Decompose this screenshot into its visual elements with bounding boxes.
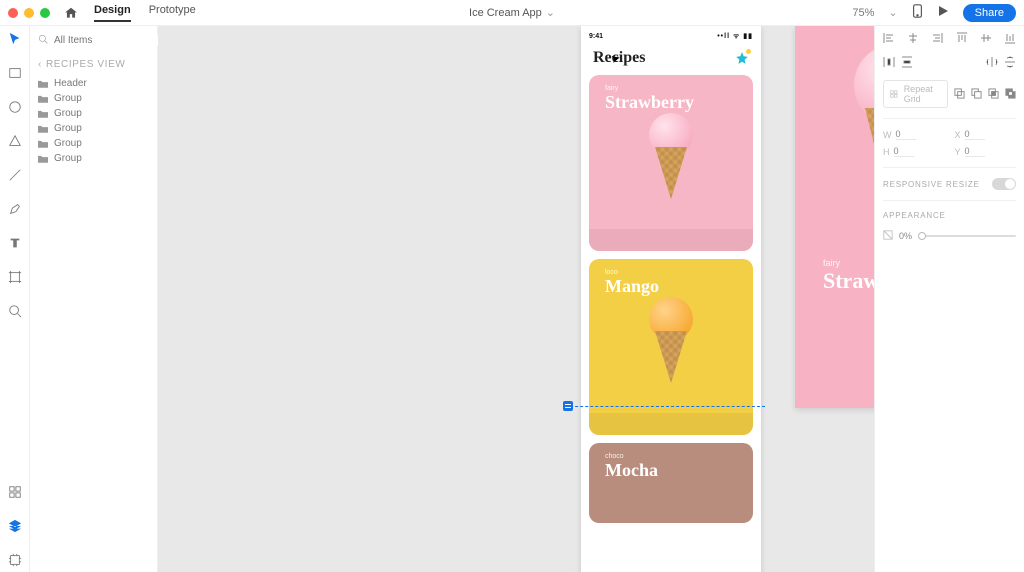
layer-label: Header (54, 78, 87, 89)
x-label: X (955, 130, 961, 140)
flip-h-icon[interactable] (986, 56, 998, 70)
pen-tool-icon[interactable] (8, 202, 22, 221)
select-tool-icon[interactable] (8, 32, 22, 51)
ice-cream-cone-icon (650, 117, 692, 199)
recipe-card[interactable]: loco Mango (589, 259, 753, 435)
ellipse-tool-icon[interactable] (8, 100, 22, 119)
zoom-tool-icon[interactable] (8, 304, 22, 323)
layer-row[interactable]: Group (38, 136, 149, 151)
layer-label: Group (54, 153, 82, 164)
bool-intersect-icon[interactable] (988, 88, 999, 101)
flip-v-icon[interactable] (1004, 56, 1016, 70)
recipe-card[interactable]: choco Mocha (589, 443, 753, 523)
layer-label: Group (54, 93, 82, 104)
device-preview-icon[interactable] (912, 4, 923, 21)
layer-label: Group (54, 108, 82, 119)
play-icon[interactable] (937, 5, 949, 20)
width-field[interactable]: W0 (883, 129, 945, 140)
card-tag: choco (605, 453, 624, 460)
chevron-left-icon: ‹ (38, 59, 42, 70)
share-button[interactable]: Share (963, 4, 1016, 22)
layer-label: Group (54, 123, 82, 134)
traffic-close[interactable] (8, 8, 18, 18)
x-field[interactable]: X0 (955, 129, 1017, 140)
opacity-slider[interactable] (918, 235, 1016, 237)
line-tool-icon[interactable] (8, 168, 22, 187)
y-field[interactable]: Y0 (955, 146, 1017, 157)
align-top-icon[interactable] (956, 32, 968, 46)
zoom-chevron-icon[interactable]: ⌄ (888, 6, 897, 19)
artboard-tool-icon[interactable] (8, 270, 22, 289)
canvas[interactable]: 9:41 ••ll ᯤ ▮▮ ➤ Recipes fairy Strawberr… (158, 26, 874, 572)
drag-handle-icon[interactable] (563, 401, 573, 411)
status-time: 9:41 (589, 33, 603, 40)
assets-icon[interactable] (8, 485, 22, 504)
text-tool-icon[interactable] (8, 236, 22, 255)
traffic-zoom[interactable] (40, 8, 50, 18)
distribute-v-icon[interactable] (901, 56, 913, 70)
height-field[interactable]: H0 (883, 146, 945, 157)
align-hcenter-icon[interactable] (907, 32, 919, 46)
repeat-grid-button[interactable]: Repeat Grid (883, 80, 948, 108)
align-vcenter-icon[interactable] (980, 32, 992, 46)
opacity-value[interactable]: 0% (899, 231, 912, 241)
layer-row[interactable]: Group (38, 151, 149, 166)
ice-cream-cone-icon (859, 52, 874, 232)
recipe-card[interactable]: fairy Strawberry (589, 75, 753, 251)
traffic-min[interactable] (24, 8, 34, 18)
layers-section-head[interactable]: ‹ RECIPES VIEW (38, 59, 149, 70)
distribute-h-icon[interactable] (883, 56, 895, 70)
search-icon (38, 34, 48, 47)
layer-label: Group (54, 138, 82, 149)
w-value: 0 (896, 129, 916, 140)
doc-title-text: Ice Cream App (469, 7, 542, 19)
bool-subtract-icon[interactable] (971, 88, 982, 101)
artboard-detail[interactable]: fairy Strawberry (795, 26, 874, 408)
h-value: 0 (894, 146, 914, 157)
smart-guide (565, 406, 765, 407)
align-left-icon[interactable] (883, 32, 895, 46)
tab-prototype[interactable]: Prototype (149, 4, 196, 22)
detail-tag: fairy (823, 258, 840, 268)
card-tag: fairy (605, 85, 618, 92)
card-name: Mango (605, 276, 659, 297)
layers-icon[interactable] (8, 519, 22, 538)
ice-cream-cone-icon (650, 301, 692, 383)
artboard-recipes[interactable]: 9:41 ••ll ᯤ ▮▮ ➤ Recipes fairy Strawberr… (581, 26, 761, 572)
opacity-icon (883, 230, 893, 242)
repeat-grid-label: Repeat Grid (904, 84, 941, 104)
bool-exclude-icon[interactable] (1005, 88, 1016, 101)
layer-row[interactable]: Group (38, 121, 149, 136)
layer-row[interactable]: Group (38, 91, 149, 106)
align-bottom-icon[interactable] (1004, 32, 1016, 46)
layer-row[interactable]: Header (38, 76, 149, 91)
responsive-resize-toggle[interactable] (992, 178, 1016, 190)
star-icon[interactable] (735, 51, 749, 65)
detail-name: Strawberry (823, 268, 874, 294)
x-value: 0 (965, 129, 985, 140)
y-value: 0 (965, 146, 985, 157)
align-right-icon[interactable] (931, 32, 943, 46)
plugins-icon[interactable] (8, 553, 22, 572)
appearance-label: APPEARANCE (883, 211, 1016, 220)
tab-design[interactable]: Design (94, 4, 131, 22)
h-label: H (883, 147, 890, 157)
bool-add-icon[interactable] (954, 88, 965, 101)
w-label: W (883, 130, 892, 140)
chevron-down-icon: ⌄ (546, 6, 555, 19)
status-indicators: ••ll ᯤ ▮▮ (717, 32, 753, 41)
zoom-level[interactable]: 75% (852, 7, 874, 19)
section-label: RECIPES VIEW (46, 59, 125, 70)
rectangle-tool-icon[interactable] (8, 66, 22, 85)
home-icon[interactable] (64, 6, 78, 20)
document-title[interactable]: Ice Cream App ⌄ (469, 6, 555, 19)
layer-row[interactable]: Group (38, 106, 149, 121)
card-name: Mocha (605, 460, 658, 481)
responsive-label: RESPONSIVE RESIZE (883, 180, 980, 189)
card-tag: loco (605, 269, 618, 276)
polygon-tool-icon[interactable] (8, 134, 22, 153)
y-label: Y (955, 147, 961, 157)
card-name: Strawberry (605, 92, 694, 113)
